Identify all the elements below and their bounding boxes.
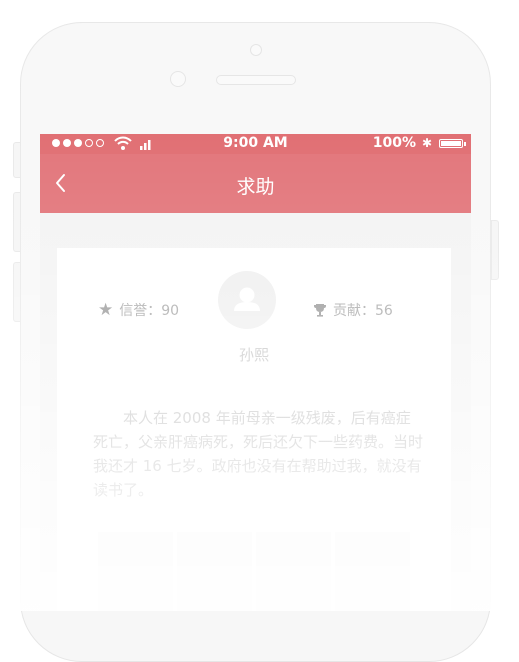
side-button-volume-down xyxy=(13,262,21,322)
photo-tile[interactable] xyxy=(177,532,252,611)
battery-icon xyxy=(439,139,466,148)
photo-tile[interactable] xyxy=(98,532,173,611)
screen: 9:00 AM 100% ✱ 求助 ★ 信誉：90 贡献：56 孙熙 本人在 2… xyxy=(40,134,471,611)
photo-grid xyxy=(98,532,410,611)
star-icon: ★ xyxy=(98,300,114,320)
user-name: 孙熙 xyxy=(238,346,269,364)
battery-percentage: 100% xyxy=(372,135,416,151)
user-icon xyxy=(234,287,260,311)
contribution-label: 贡献：56 xyxy=(333,303,393,319)
contribution-stat: 贡献：56 xyxy=(313,300,393,320)
trophy-icon xyxy=(314,304,326,317)
front-camera xyxy=(250,44,262,56)
reputation-label: 信誉：90 xyxy=(119,303,180,319)
earpiece-speaker xyxy=(216,75,296,85)
profile-card: ★ 信誉：90 贡献：56 孙熙 本人在 2008 年前母亲一级残废，后有癌症死… xyxy=(57,248,451,611)
reputation-stat: ★ 信誉：90 xyxy=(98,300,179,320)
page-title: 求助 xyxy=(236,176,275,198)
side-button-mute xyxy=(13,142,21,178)
side-button-volume-up xyxy=(13,192,21,252)
bluetooth-icon: ✱ xyxy=(421,136,432,150)
avatar[interactable] xyxy=(218,271,276,329)
status-bar: 9:00 AM 100% ✱ xyxy=(40,134,471,154)
photo-tile[interactable] xyxy=(256,532,331,611)
help-description: 本人在 2008 年前母亲一级残废，后有癌症死亡，父亲肝癌病死，死后还欠下一些药… xyxy=(93,409,424,499)
nav-bar: 求助 xyxy=(40,154,471,213)
proximity-sensor xyxy=(170,71,186,87)
photo-tile[interactable] xyxy=(335,532,410,611)
side-button-power xyxy=(491,220,499,280)
